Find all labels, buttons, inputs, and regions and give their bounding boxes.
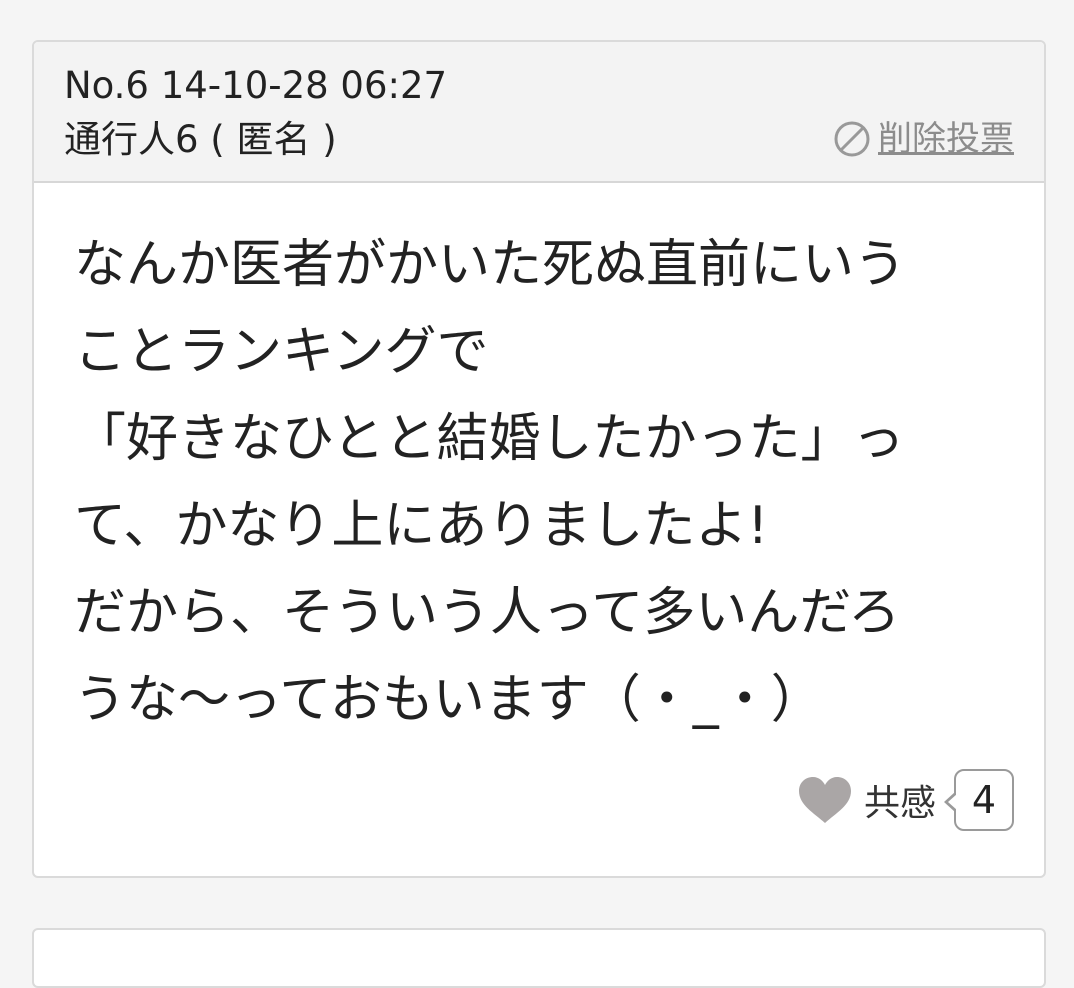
post-body-line: ことランキングで — [74, 322, 489, 382]
post-card: No.6 14-10-28 06:27 通行人6 ( 匿名 ) 削除投票 なんか… — [32, 40, 1046, 878]
delete-vote-label: 削除投票 — [878, 119, 1014, 159]
empathy-label[interactable]: 共感 — [864, 774, 936, 826]
empathy-control: 共感 4 — [796, 767, 1014, 833]
post-body-line: て、かなり上にありましたよ! — [74, 496, 769, 556]
delete-vote-link[interactable]: 削除投票 — [832, 117, 1014, 161]
post-body: なんか医者がかいた死ぬ直前にいう ことランキングで 「好きなひとと結婚したかった… — [74, 222, 1014, 744]
prohibited-icon — [834, 121, 870, 157]
heart-icon[interactable] — [796, 775, 854, 825]
post-number-and-date: No.6 14-10-28 06:27 — [64, 64, 448, 107]
empathy-count-badge: 4 — [944, 769, 1014, 831]
post-body-line: だから、そういう人って多いんだろ — [74, 583, 901, 643]
post-header: No.6 14-10-28 06:27 通行人6 ( 匿名 ) 削除投票 — [34, 42, 1044, 183]
post-body-line: うな〜っておもいます（・_・） — [74, 670, 823, 730]
post-body-line: 「好きなひとと結婚したかった」っ — [74, 409, 905, 469]
post-body-line: なんか医者がかいた死ぬ直前にいう — [74, 235, 907, 295]
post-author: 通行人6 ( 匿名 ) — [64, 118, 337, 161]
next-post-card — [32, 928, 1046, 988]
